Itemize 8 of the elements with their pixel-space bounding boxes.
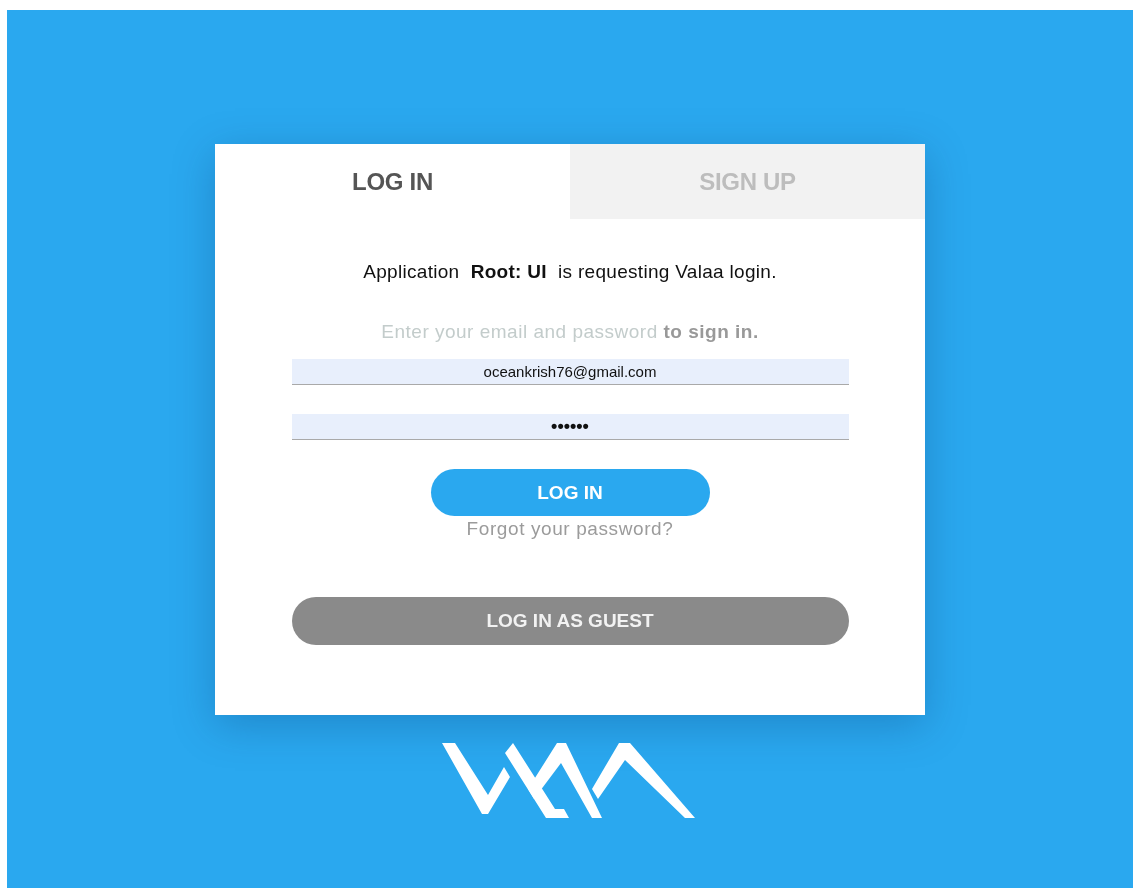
request-message: Application Root: UI is requesting Valaa login. [363, 260, 777, 284]
tab[interactable]: LOG IN [215, 144, 570, 219]
instruction-text: Enter your email and password to sign in. [381, 320, 759, 344]
guest-login-button[interactable]: LOG IN AS GUEST [291, 597, 849, 645]
password-field[interactable]: •••••• [291, 414, 849, 440]
email-field[interactable]: oceankrish76@gmail.com [291, 359, 849, 385]
forgot-password-link[interactable]: Forgot your password? [466, 517, 674, 541]
login-button[interactable]: LOG IN [430, 469, 710, 516]
